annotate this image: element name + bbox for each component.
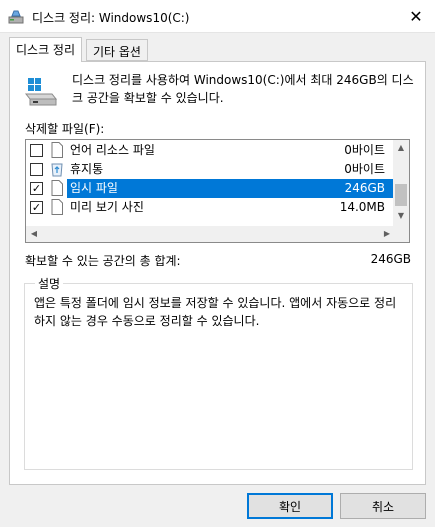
total-space-value: 246GB bbox=[370, 252, 411, 266]
list-item[interactable]: ✓ 미리 보기 사진 14.0MB bbox=[26, 198, 395, 217]
scroll-left-icon[interactable]: ◀ bbox=[26, 226, 42, 242]
dialog-frame: 디스크 정리 기타 옵션 디스크 정리를 사용하여 Windows10(C:)에… bbox=[0, 33, 435, 527]
files-list[interactable]: 언어 리소스 파일 0바이트 휴지통 0바이트 ✓ 임시 파일 246GB ✓ … bbox=[25, 139, 410, 243]
list-item[interactable]: 언어 리소스 파일 0바이트 bbox=[26, 141, 395, 160]
tab-more-options[interactable]: 기타 옵션 bbox=[86, 39, 148, 61]
file-name: 휴지통 bbox=[70, 162, 104, 176]
file-size: 0바이트 bbox=[344, 143, 385, 157]
tab-disk-cleanup[interactable]: 디스크 정리 bbox=[9, 37, 83, 62]
file-size: 14.0MB bbox=[339, 200, 385, 214]
drive-icon bbox=[24, 78, 58, 106]
ok-button[interactable]: 확인 bbox=[247, 493, 333, 519]
checkbox[interactable] bbox=[30, 144, 43, 157]
scroll-down-icon[interactable]: ▼ bbox=[393, 208, 409, 224]
window-title: 디스크 정리: Windows10(C:) bbox=[32, 11, 190, 25]
horizontal-scrollbar[interactable]: ◀ ▶ bbox=[26, 226, 395, 242]
disk-cleanup-icon bbox=[8, 10, 24, 24]
description-legend: 설명 bbox=[35, 275, 64, 292]
file-size: 246GB bbox=[344, 181, 385, 195]
checkbox[interactable]: ✓ bbox=[30, 201, 43, 214]
file-icon bbox=[51, 142, 63, 158]
intro-text: 디스크 정리를 사용하여 Windows10(C:)에서 최대 246GB의 디… bbox=[72, 73, 414, 105]
tab-panel: 디스크 정리를 사용하여 Windows10(C:)에서 최대 246GB의 디… bbox=[9, 61, 426, 485]
total-space-label: 확보할 수 있는 공간의 총 합계: bbox=[25, 254, 181, 268]
checkbox[interactable]: ✓ bbox=[30, 182, 43, 195]
vertical-scrollbar[interactable]: ▲ ▼ bbox=[393, 140, 409, 226]
list-item[interactable]: 휴지통 0바이트 bbox=[26, 160, 395, 179]
scroll-thumb[interactable] bbox=[395, 184, 407, 206]
cancel-button[interactable]: 취소 bbox=[340, 493, 426, 519]
description-text: 앱은 특정 폴더에 임시 정보를 저장할 수 있습니다. 앱에서 자동으로 정리… bbox=[34, 296, 397, 328]
close-button[interactable]: ✕ bbox=[397, 0, 435, 32]
file-size: 0바이트 bbox=[344, 162, 385, 176]
list-item[interactable]: ✓ 임시 파일 246GB bbox=[26, 179, 395, 198]
scrollbar-corner bbox=[393, 226, 409, 242]
file-icon bbox=[51, 199, 63, 215]
description-group: 설명 앱은 특정 폴더에 임시 정보를 저장할 수 있습니다. 앱에서 자동으로… bbox=[24, 275, 413, 470]
file-icon bbox=[51, 180, 63, 196]
files-to-delete-label: 삭제할 파일(F): bbox=[25, 122, 105, 136]
file-name: 언어 리소스 파일 bbox=[70, 143, 155, 157]
title-bar: 디스크 정리: Windows10(C:) ✕ bbox=[0, 0, 435, 33]
scroll-up-icon[interactable]: ▲ bbox=[393, 140, 409, 156]
file-name: 미리 보기 사진 bbox=[70, 200, 144, 214]
file-name: 임시 파일 bbox=[70, 181, 118, 195]
checkbox[interactable] bbox=[30, 163, 43, 176]
recycle-bin-icon bbox=[51, 163, 63, 177]
